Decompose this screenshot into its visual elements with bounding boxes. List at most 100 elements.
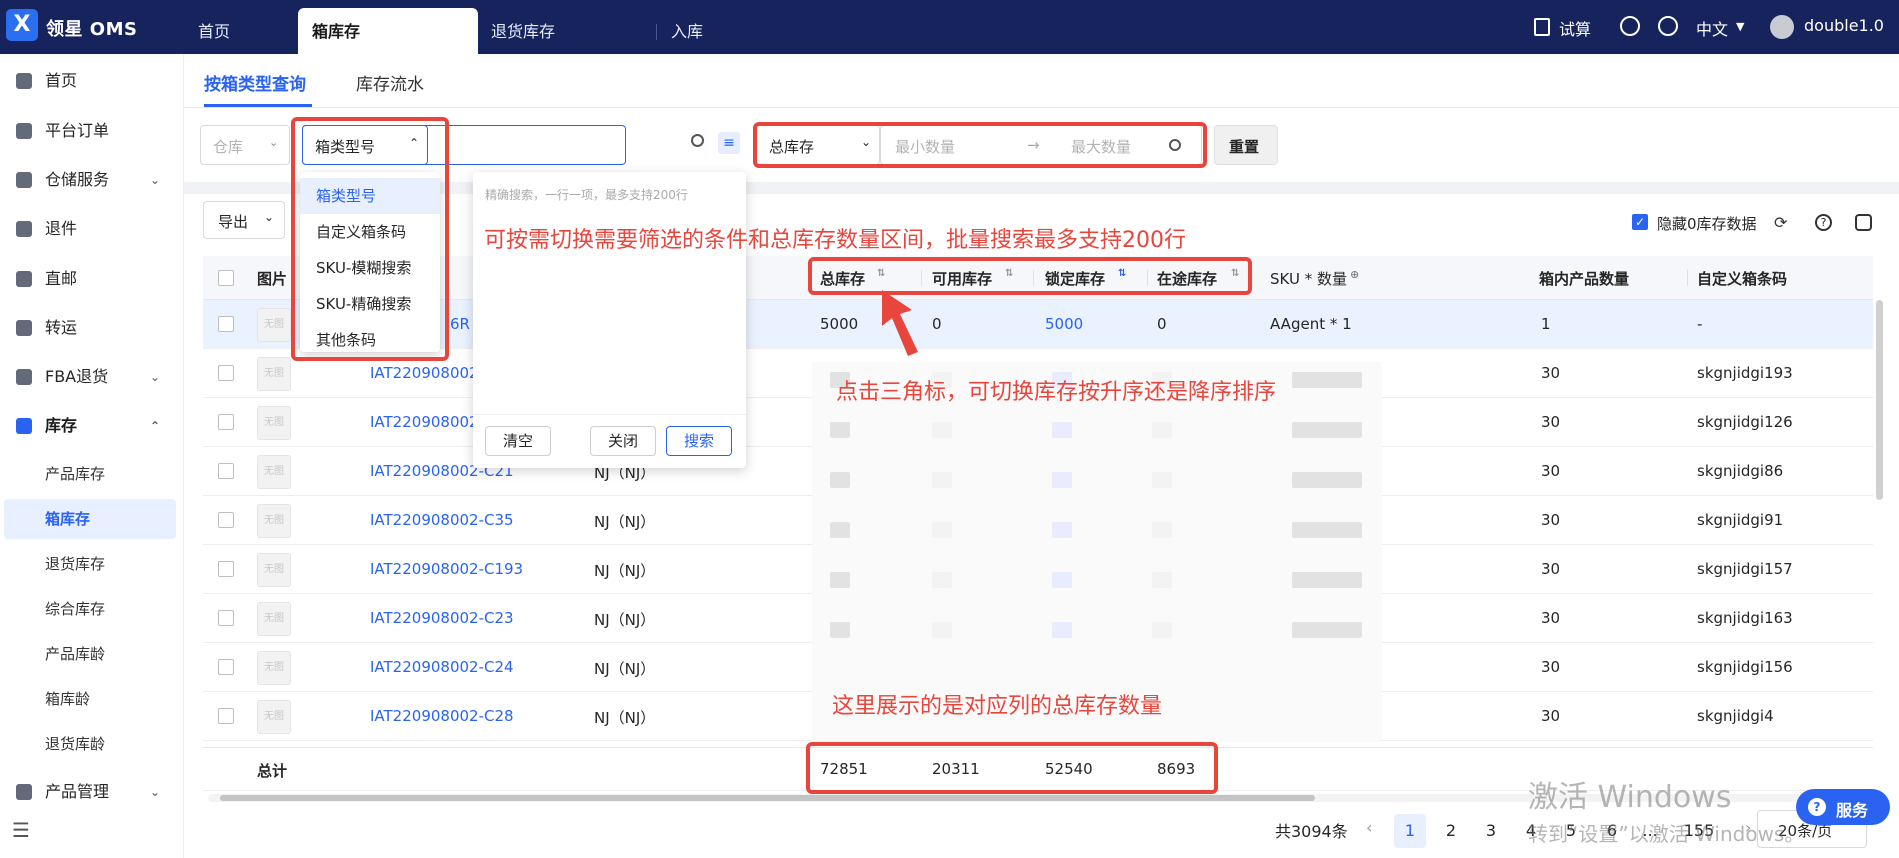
return-icon xyxy=(16,221,32,237)
export-button[interactable]: 导出 ⌄ xyxy=(203,201,285,239)
reset-button[interactable]: 重置 xyxy=(1214,125,1278,165)
sidebar-sub-box-age[interactable]: 箱库龄 xyxy=(0,679,184,719)
batch-search-panel: 精确搜索，一行一项，最多支持200行 清空 关闭 搜索 xyxy=(473,172,746,468)
box-type-link[interactable]: IAT220908002-C24 xyxy=(370,658,514,676)
tab-inventory-flow[interactable]: 库存流水 xyxy=(356,70,424,95)
sidebar-item-label: 转运 xyxy=(45,318,78,337)
no-image-placeholder: 无图 xyxy=(257,651,291,685)
table-row[interactable]: 无图 6R 5000 0 5000 0 AAgent * 1 1 - xyxy=(203,300,1873,349)
page-2[interactable]: 2 xyxy=(1435,814,1467,848)
sidebar-item-fba-returns[interactable]: FBA退货 ⌄ xyxy=(0,355,184,399)
column-settings-icon[interactable] xyxy=(1855,214,1872,231)
sidebar-sub-return-inventory[interactable]: 退货库存 xyxy=(0,544,184,584)
row-checkbox[interactable] xyxy=(218,610,234,626)
redacted-block xyxy=(830,622,850,638)
box-type-link[interactable]: IAT220908002- xyxy=(370,413,484,431)
service-button[interactable]: ? 服务 xyxy=(1796,789,1890,825)
batch-search-icon[interactable]: ≡ xyxy=(718,132,740,154)
page-1[interactable]: 1 xyxy=(1394,814,1426,848)
search-icon[interactable] xyxy=(691,134,704,147)
annotation-box-stock-range xyxy=(753,122,1207,168)
clear-button[interactable]: 清空 xyxy=(485,426,551,456)
menu-collapse-icon[interactable]: ☰ xyxy=(12,818,30,842)
box-type-link[interactable]: IAT220908002-C23 xyxy=(370,609,514,627)
top-tab-home[interactable]: 首页 xyxy=(198,8,230,54)
refresh-icon[interactable]: ⟳ xyxy=(1774,213,1787,232)
box-type-link[interactable]: IAT220908002-C35 xyxy=(370,511,514,529)
row-checkbox[interactable] xyxy=(218,414,234,430)
help-icon[interactable]: ? xyxy=(1815,214,1832,231)
box-type-link[interactable]: IAT220908002- xyxy=(370,364,484,382)
sidebar-item-returns[interactable]: 退件 xyxy=(0,207,184,251)
warehouse-value: NJ（NJ） xyxy=(594,709,656,727)
chevron-down-icon: ⌄ xyxy=(269,136,279,149)
select-all-checkbox[interactable] xyxy=(218,270,234,286)
settings-icon[interactable] xyxy=(1658,16,1678,36)
sidebar-item-direct-mail[interactable]: 直邮 xyxy=(0,257,184,301)
sub-tabs: 按箱类型查询 库存流水 xyxy=(184,54,1899,108)
redacted-block xyxy=(830,572,850,588)
watermark-line-2: 转到“设置”以激活 Windows。 xyxy=(1528,822,1805,846)
box-qty-value: 30 xyxy=(1541,609,1561,627)
warehouse-value: NJ（NJ） xyxy=(594,611,656,629)
sidebar-item-product-mgmt[interactable]: 产品管理 ⌄ xyxy=(0,770,184,814)
tab-query-by-box-type[interactable]: 按箱类型查询 xyxy=(204,70,306,95)
row-checkbox[interactable] xyxy=(218,659,234,675)
language-select[interactable]: 中文 xyxy=(1696,16,1728,40)
sidebar-item-warehouse-service[interactable]: 仓储服务 ⌄ xyxy=(0,158,184,202)
row-checkbox[interactable] xyxy=(218,316,234,332)
download-icon[interactable] xyxy=(1620,16,1640,36)
box-type-link[interactable]: IAT220908002-C193 xyxy=(370,560,523,578)
calculator-icon[interactable] xyxy=(1534,18,1550,36)
row-checkbox[interactable] xyxy=(218,463,234,479)
service-label: 服务 xyxy=(1836,801,1869,820)
prev-page-icon[interactable]: ‹ xyxy=(1366,818,1372,837)
box-type-link[interactable]: IAT220908002-C28 xyxy=(370,707,514,725)
batch-search-hint: 精确搜索，一行一项，最多支持200行 xyxy=(485,188,688,202)
top-tab-inbound[interactable]: 入库 xyxy=(671,8,703,54)
export-label: 导出 xyxy=(218,213,249,231)
top-tab-return-inventory[interactable]: 退货库存 xyxy=(491,8,555,54)
page-3[interactable]: 3 xyxy=(1475,814,1507,848)
vertical-scrollbar[interactable] xyxy=(1876,300,1883,500)
no-image-placeholder: 无图 xyxy=(257,455,291,489)
batch-search-textarea[interactable]: 精确搜索，一行一项，最多支持200行 xyxy=(483,180,736,412)
sidebar-item-orders[interactable]: 平台订单 xyxy=(0,109,184,153)
sidebar-item-inventory[interactable]: 库存 ⌃ xyxy=(0,404,184,448)
total-stock-value: 5000 xyxy=(820,315,859,333)
row-checkbox[interactable] xyxy=(218,561,234,577)
hide-zero-checkbox[interactable]: ✓ xyxy=(1632,214,1648,230)
no-image-placeholder: 无图 xyxy=(257,700,291,734)
top-tab-box-inventory[interactable]: 箱库存 xyxy=(298,8,478,54)
top-bar: X 领星 OMS 首页 箱库存 退货库存 入库 试算 中文 ▼ double1.… xyxy=(0,0,1899,54)
trial-calc-link[interactable]: 试算 xyxy=(1559,16,1591,40)
warehouse-select[interactable]: 仓库 ⌄ xyxy=(200,125,290,165)
search-button[interactable]: 搜索 xyxy=(666,426,732,456)
redacted-block xyxy=(1292,472,1362,488)
col-box-qty: 箱内产品数量 xyxy=(1539,270,1630,288)
sidebar-sub-product-age[interactable]: 产品库龄 xyxy=(0,634,184,674)
sidebar-sub-box-inventory[interactable]: 箱库存 xyxy=(4,499,176,539)
user-name[interactable]: double1.0 xyxy=(1804,16,1884,35)
close-button[interactable]: 关闭 xyxy=(590,426,656,456)
box-qty-value: 30 xyxy=(1541,511,1561,529)
row-checkbox[interactable] xyxy=(218,512,234,528)
box-type-link[interactable]: 6R xyxy=(450,315,470,333)
locked-stock-link[interactable]: 5000 xyxy=(1045,315,1083,333)
sidebar-sub-return-age[interactable]: 退货库龄 xyxy=(0,724,184,764)
row-checkbox[interactable] xyxy=(218,365,234,381)
box-qty-value: 30 xyxy=(1541,413,1561,431)
redacted-block xyxy=(1152,522,1172,538)
scrollbar-thumb[interactable] xyxy=(220,795,1315,801)
no-image-placeholder: 无图 xyxy=(257,504,291,538)
redacted-block xyxy=(932,522,952,538)
sidebar-sub-label: 产品库存 xyxy=(45,465,106,483)
sidebar-item-home[interactable]: 首页 xyxy=(0,59,184,103)
row-checkbox[interactable] xyxy=(218,708,234,724)
sidebar-sub-product-inventory[interactable]: 产品库存 xyxy=(0,454,184,494)
redacted-block xyxy=(830,522,850,538)
annotation-total-tip: 这里展示的是对应列的总库存数量 xyxy=(832,694,1163,719)
sidebar-item-transfer[interactable]: 转运 xyxy=(0,306,184,350)
avatar[interactable] xyxy=(1770,15,1794,39)
sidebar-sub-combined-inventory[interactable]: 综合库存 xyxy=(0,589,184,629)
